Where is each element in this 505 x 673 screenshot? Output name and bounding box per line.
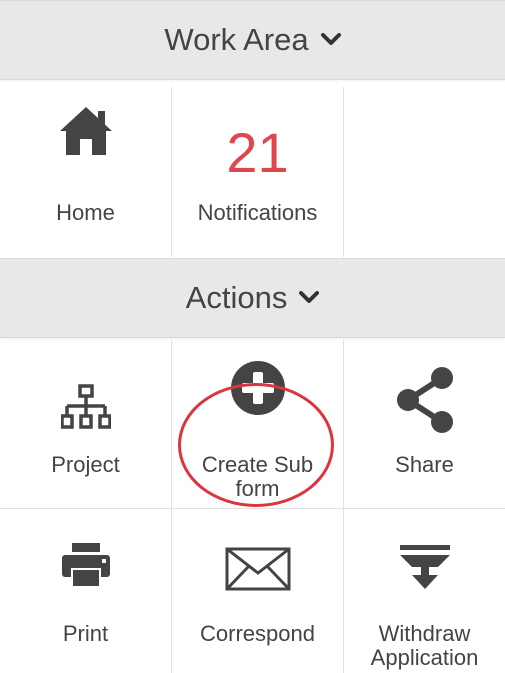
home-label: Home [56,200,115,225]
actions-header[interactable]: Actions [0,258,505,338]
work-area-row: Home 21 Notifications [0,87,505,257]
project-tile[interactable]: Project [0,340,172,508]
actions-row-1: Project Create Sub form Share [0,340,505,508]
share-label: Share [395,452,454,477]
share-tile[interactable]: Share [344,340,505,508]
empty-tile [344,87,505,257]
chevron-down-icon [320,33,341,47]
correspond-label: Correspond [200,621,315,646]
sitemap-icon [59,384,112,435]
work-area-title: Work Area [164,22,309,57]
envelope-icon [225,547,291,596]
home-tile[interactable]: Home [0,87,172,257]
withdraw-icon [398,543,452,598]
project-label: Project [51,452,120,477]
create-sub-form-label: Create Sub form [201,452,314,501]
withdraw-application-tile[interactable]: Withdraw Application [344,509,505,673]
notifications-tile[interactable]: 21 Notifications [172,87,344,257]
printer-icon [60,541,112,594]
print-tile[interactable]: Print [0,509,172,673]
plus-circle-icon [230,360,286,421]
create-sub-form-tile[interactable]: Create Sub form [172,340,344,508]
print-label: Print [62,621,109,646]
home-icon [58,105,114,162]
share-icon [396,366,454,439]
chevron-down-icon [299,291,320,305]
work-area-header[interactable]: Work Area [0,0,505,80]
withdraw-application-label: Withdraw Application [370,621,479,670]
correspond-tile[interactable]: Correspond [172,509,344,673]
notification-count: 21 [226,121,289,184]
notifications-label: Notifications [197,200,318,225]
actions-title: Actions [185,280,288,315]
actions-row-2: Print Correspond Withdraw Application [0,509,505,673]
